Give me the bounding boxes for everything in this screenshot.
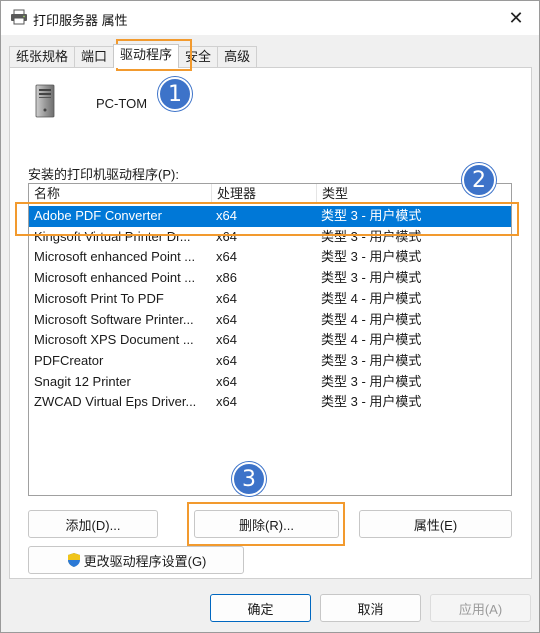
cancel-button[interactable]: 取消 [320,594,421,622]
driver-list-label: 安装的打印机驱动程序(P): [28,167,179,182]
driver-type-cell: 类型 3 - 用户模式 [321,270,422,286]
driver-processor-cell: x64 [216,311,237,327]
driver-processor-cell: x64 [216,290,237,306]
column-header-processor[interactable]: 处理器 [212,184,317,204]
apply-button[interactable]: 应用(A) [430,594,531,622]
driver-type-cell: 类型 4 - 用户模式 [321,311,422,327]
uac-shield-icon [66,552,82,568]
driver-name-cell: Microsoft enhanced Point ... [34,270,196,286]
computer-tower-icon [34,84,56,118]
driver-list-row[interactable]: ZWCAD Virtual Eps Driver... x64 类型 3 - 用户模… [29,392,511,413]
tab-security[interactable]: 安全 [178,46,219,68]
tab-strip: 纸张规格 端口 驱动程序 安全 高级 [9,44,258,68]
driver-name-cell: Microsoft Software Printer... [34,311,194,327]
driver-processor-cell: x64 [216,208,237,223]
driver-type-cell: 类型 3 - 用户模式 [321,249,422,265]
change-driver-settings-button[interactable]: 更改驱动程序设置(G) [28,546,244,574]
ok-button[interactable]: 确定 [210,594,311,622]
driver-list-row[interactable]: Snagit 12 Printer x64 类型 3 - 用户模式 [29,372,511,393]
driver-name-cell: PDFCreator [34,352,104,368]
driver-list-row[interactable]: Microsoft enhanced Point ... x86 类型 3 - 用户… [29,268,511,289]
driver-name-cell: Microsoft enhanced Point ... [34,249,196,265]
driver-processor-cell: x64 [216,373,237,389]
close-icon: ✕ [508,7,524,28]
driver-processor-cell: x64 [216,332,237,348]
annotation-badge-2: 2 [462,163,496,197]
tab-drivers[interactable]: 驱动程序 [113,44,180,68]
title-bar: 打印服务器 属性 ✕ [1,1,539,35]
printer-server-properties-dialog: 打印服务器 属性 ✕ 纸张规格 端口 驱动程序 安全 高级 PC-TOM 安装的… [0,0,540,633]
driver-list-row[interactable]: PDFCreator x64 类型 3 - 用户模式 [29,351,511,372]
driver-name-cell: Kingsoft Virtual Printer Dr... [34,228,191,244]
driver-processor-cell: x64 [216,352,237,368]
driver-name-cell: ZWCAD Virtual Eps Driver... [34,394,197,410]
driver-list-row[interactable]: Microsoft Print To PDF x64 类型 4 - 用户模式 [29,289,511,310]
change-driver-settings-label: 更改驱动程序设置(G) [83,553,207,569]
driver-type-cell: 类型 3 - 用户模式 [321,373,422,389]
annotation-badge-1: 1 [158,77,192,111]
driver-type-cell: 类型 4 - 用户模式 [321,332,422,348]
driver-processor-cell: x86 [216,270,237,286]
column-header-name[interactable]: 名称 [29,184,212,204]
server-name: PC-TOM [96,96,148,111]
driver-name-cell: Snagit 12 Printer [34,373,131,389]
driver-processor-cell: x64 [216,394,237,410]
driver-list-row[interactable]: Adobe PDF Converter x64 类型 3 - 用户模式 [29,206,511,227]
driver-processor-cell: x64 [216,249,237,265]
driver-type-cell: 类型 3 - 用户模式 [321,394,422,410]
printer-icon [10,9,28,25]
driver-name-cell: Microsoft XPS Document ... [34,332,194,348]
driver-list-header: 名称 处理器 类型 [29,184,511,204]
window-title: 打印服务器 属性 [33,13,128,28]
driver-type-cell: 类型 3 - 用户模式 [321,208,422,223]
add-driver-button[interactable]: 添加(D)... [28,510,158,538]
remove-driver-button[interactable]: 删除(R)... [194,510,339,538]
driver-type-cell: 类型 3 - 用户模式 [321,228,422,244]
driver-list[interactable]: 名称 处理器 类型 Adobe PDF Converter x64 类型 3 - 用… [28,183,512,496]
tab-ports[interactable]: 端口 [74,46,115,68]
driver-list-row[interactable]: Microsoft Software Printer... x64 类型 4 - 用… [29,310,511,331]
driver-processor-cell: x64 [216,228,237,244]
driver-name-cell: Adobe PDF Converter [34,208,162,223]
close-button[interactable]: ✕ [493,1,539,35]
annotation-badge-3: 3 [232,462,266,496]
driver-list-row[interactable]: Kingsoft Virtual Printer Dr... x64 类型 3 - … [29,227,511,248]
driver-list-row[interactable]: Microsoft XPS Document ... x64 类型 4 - 用户模式 [29,330,511,351]
tab-paper-sizes[interactable]: 纸张规格 [9,46,76,68]
tab-advanced[interactable]: 高级 [217,46,258,68]
driver-type-cell: 类型 4 - 用户模式 [321,290,422,306]
driver-properties-button[interactable]: 属性(E) [359,510,512,538]
driver-list-row[interactable]: Microsoft enhanced Point ... x64 类型 3 - 用户… [29,247,511,268]
driver-name-cell: Microsoft Print To PDF [34,290,164,306]
driver-type-cell: 类型 3 - 用户模式 [321,352,422,368]
